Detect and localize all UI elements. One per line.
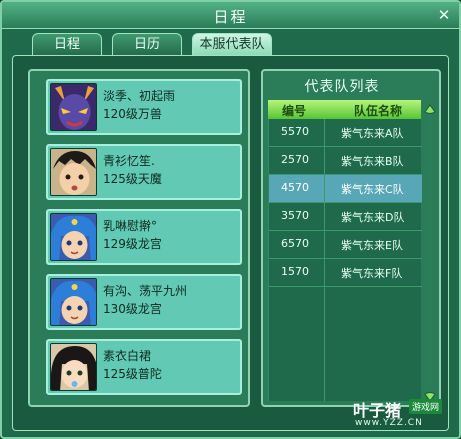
team-name: 紫气东来A队 bbox=[341, 127, 404, 140]
team-name: 紫气东来F队 bbox=[341, 267, 403, 280]
demon-avatar-icon bbox=[50, 83, 97, 131]
team-table: 5570 紫气东来A队 2570 紫气东来B队 4570 紫气东来C队 3570… bbox=[268, 119, 422, 401]
table-row[interactable]: 1570 紫气东来F队 bbox=[269, 259, 422, 287]
tab-schedule[interactable]: 日程 bbox=[32, 33, 102, 55]
team-name: 紫气东来C队 bbox=[341, 183, 404, 196]
member-name: 乳啉慰擀° bbox=[103, 219, 158, 233]
close-button[interactable]: ✕ bbox=[435, 6, 453, 24]
member-level: 130级龙宫 bbox=[103, 302, 162, 316]
tab-content: 淡季、初起雨 120级万兽 青衫忆笙. 125级天魔 乳啉慰擀° 129级龙宫 … bbox=[12, 55, 449, 431]
member-level: 120级万兽 bbox=[103, 107, 162, 121]
member-card[interactable]: 有沟、荡平九州 130级龙宫 bbox=[46, 274, 242, 330]
member-level: 125级普陀 bbox=[103, 367, 162, 381]
team-id: 2570 bbox=[281, 153, 309, 166]
table-row[interactable]: 5570 紫气东来A队 bbox=[269, 119, 422, 147]
team-list-scrollbar[interactable] bbox=[423, 102, 437, 402]
schedule-window: 日程 ✕ 日程 日历 本服代表队 淡季、初起雨 120级万兽 青衫忆笙. 125… bbox=[0, 0, 461, 439]
girl-avatar-icon bbox=[50, 343, 97, 391]
team-id: 5570 bbox=[281, 125, 309, 138]
tab-calendar[interactable]: 日历 bbox=[112, 33, 182, 55]
blue-hair-avatar-icon bbox=[50, 213, 97, 261]
member-card[interactable]: 乳啉慰擀° 129级龙宫 bbox=[46, 209, 242, 265]
watermark-badge: 游戏网 bbox=[409, 399, 443, 414]
table-row[interactable]: 4570 紫气东来C队 bbox=[269, 175, 422, 203]
title-bar[interactable]: 日程 ✕ bbox=[2, 2, 459, 29]
member-level: 129级龙宫 bbox=[103, 237, 162, 251]
team-id: 3570 bbox=[281, 209, 309, 222]
member-card[interactable]: 青衫忆笙. 125级天魔 bbox=[46, 144, 242, 200]
team-id: 1570 bbox=[281, 265, 309, 278]
scroll-up-icon bbox=[424, 104, 436, 114]
member-panel: 淡季、初起雨 120级万兽 青衫忆笙. 125级天魔 乳啉慰擀° 129级龙宫 … bbox=[28, 69, 250, 407]
table-header: 编号 队伍名称 bbox=[268, 100, 421, 119]
watermark-url: www.YZZ.CN bbox=[355, 418, 423, 428]
scroll-track[interactable] bbox=[428, 118, 432, 386]
member-card[interactable]: 淡季、初起雨 120级万兽 bbox=[46, 79, 242, 135]
member-name: 淡季、初起雨 bbox=[103, 89, 176, 103]
team-list-panel: 代表队列表 编号 队伍名称 5570 紫气东来A队 2570 紫气东来B队 45… bbox=[261, 69, 441, 407]
member-level: 125级天魔 bbox=[103, 172, 162, 186]
blue-hair-avatar-icon bbox=[50, 278, 97, 326]
table-row[interactable]: 6570 紫气东来E队 bbox=[269, 231, 422, 259]
window-title: 日程 bbox=[213, 8, 248, 26]
site-watermark: 叶子猪 游戏网 www.YZZ.CN bbox=[353, 397, 453, 431]
table-row[interactable]: 3570 紫气东来D队 bbox=[269, 203, 422, 231]
team-id: 4570 bbox=[281, 181, 309, 194]
scroll-up-button[interactable] bbox=[423, 102, 437, 116]
table-row[interactable]: 2570 紫气东来B队 bbox=[269, 147, 422, 175]
member-name: 素衣白裙 bbox=[103, 349, 152, 363]
column-divider bbox=[324, 119, 325, 401]
team-name: 紫气东来D队 bbox=[341, 211, 405, 224]
header-id: 编号 bbox=[282, 104, 307, 118]
team-name: 紫气东来E队 bbox=[341, 239, 403, 252]
boy-avatar-icon bbox=[50, 148, 97, 196]
header-team-name: 队伍名称 bbox=[354, 104, 403, 118]
member-name: 青衫忆笙. bbox=[103, 154, 155, 168]
member-card[interactable]: 素衣白裙 125级普陀 bbox=[46, 339, 242, 395]
team-name: 紫气东来B队 bbox=[341, 155, 404, 168]
team-list-title: 代表队列表 bbox=[304, 79, 380, 95]
member-name: 有沟、荡平九州 bbox=[103, 284, 188, 298]
close-icon: ✕ bbox=[437, 6, 451, 24]
tab-server-team[interactable]: 本服代表队 bbox=[192, 33, 272, 55]
team-id: 6570 bbox=[281, 237, 309, 250]
